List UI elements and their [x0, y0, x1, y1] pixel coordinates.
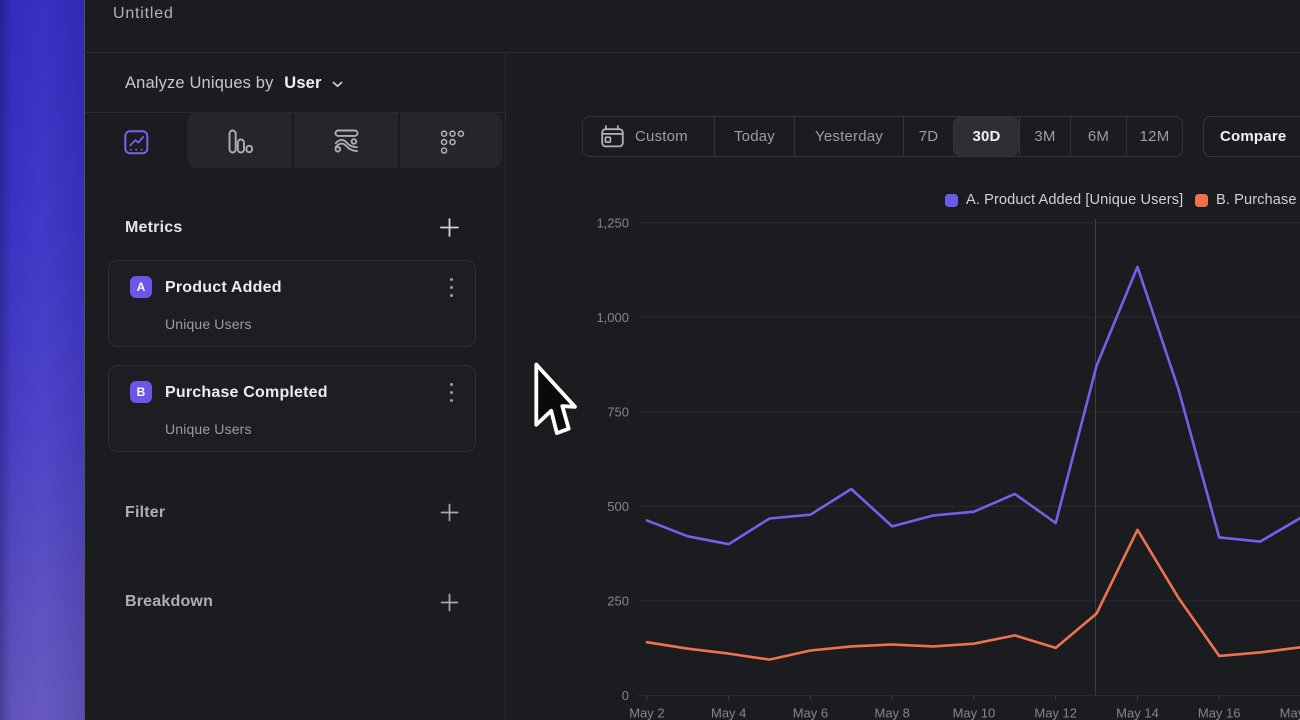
svg-text:May 18: May 18: [1280, 706, 1300, 720]
svg-text:May 4: May 4: [711, 706, 746, 720]
svg-text:May 12: May 12: [1034, 706, 1077, 720]
svg-text:May 6: May 6: [793, 706, 828, 720]
svg-text:1,250: 1,250: [596, 216, 629, 231]
svg-text:May 16: May 16: [1198, 706, 1241, 720]
svg-text:0: 0: [622, 688, 629, 703]
svg-text:500: 500: [607, 499, 629, 514]
svg-text:750: 750: [607, 405, 629, 420]
svg-text:May 2: May 2: [629, 706, 664, 720]
svg-text:250: 250: [607, 594, 629, 609]
svg-text:May 14: May 14: [1116, 706, 1159, 720]
svg-text:1,000: 1,000: [596, 310, 629, 325]
svg-text:May 8: May 8: [874, 706, 909, 720]
svg-text:May 10: May 10: [953, 706, 996, 720]
